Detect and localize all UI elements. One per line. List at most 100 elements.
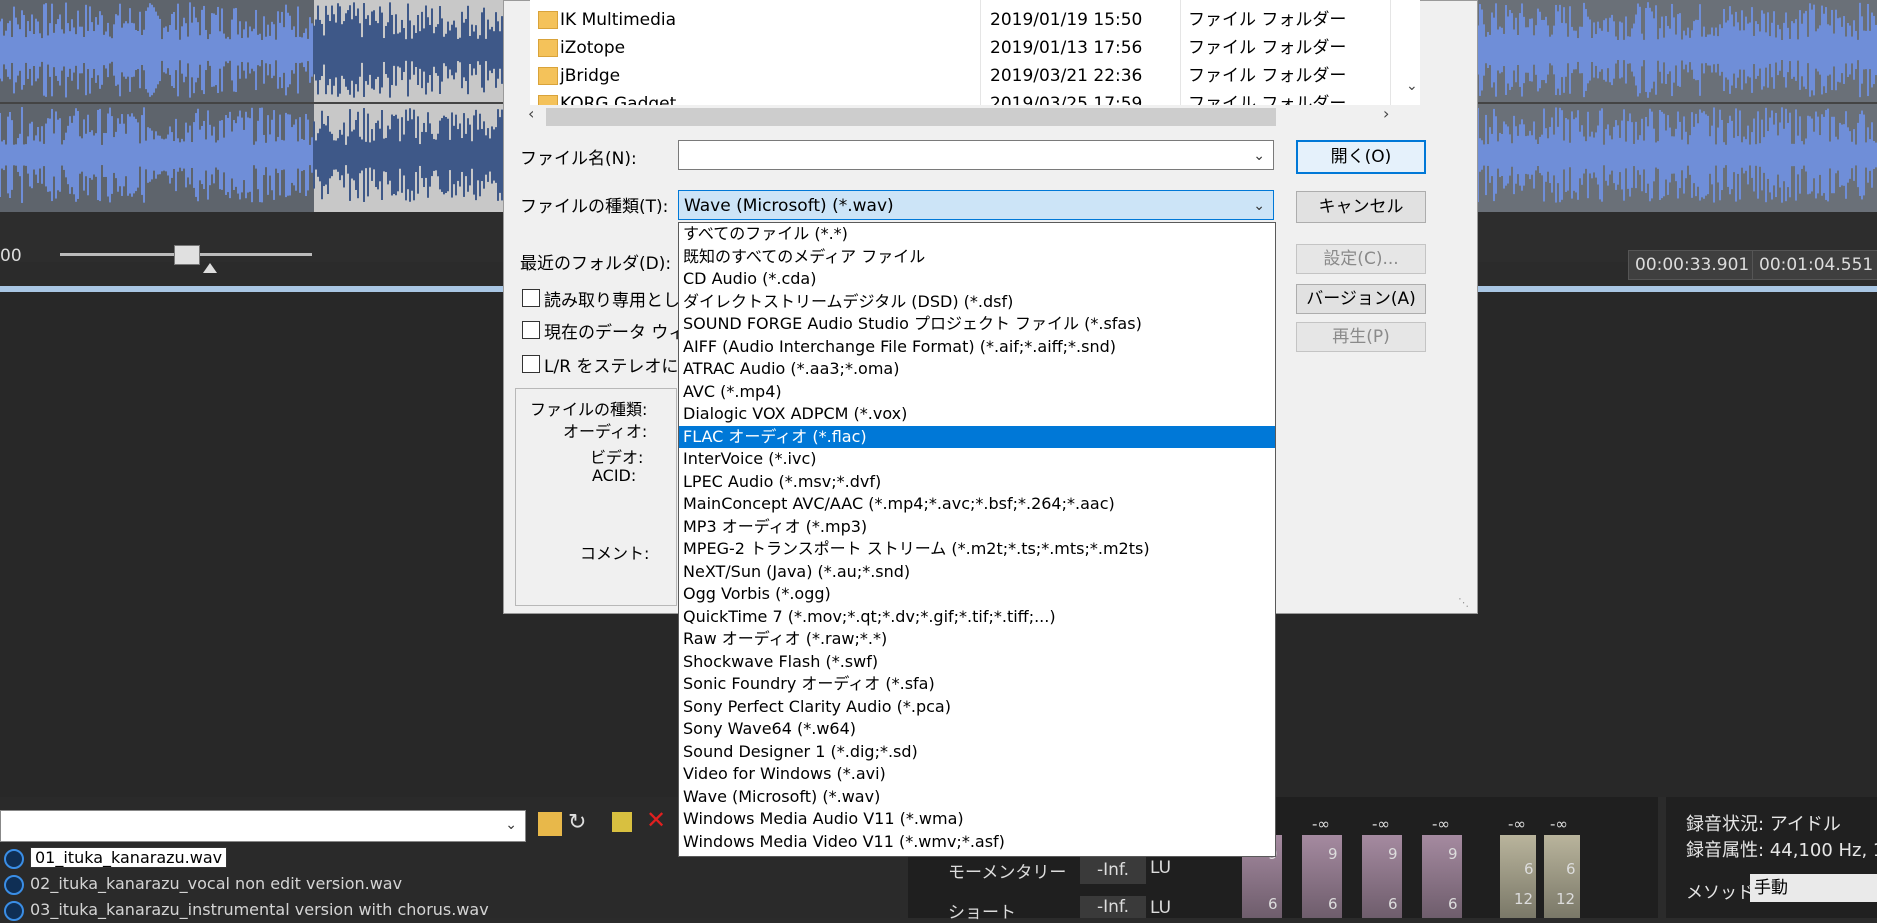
folder-row[interactable]: IK Multimedia 2019/01/19 15:50 ファイル フォルダー [530,6,1390,34]
filetype-option[interactable]: Sound Designer 1 (*.dig;*.sd) [679,741,1275,764]
meter-scale-label: 6 [1448,895,1458,913]
recording-status: 録音状況: アイドル [1686,814,1841,835]
folder-date: 2019/03/21 22:36 [990,66,1143,86]
peak-label: -∞ [1550,815,1568,833]
filetype-option[interactable]: AVC (*.mp4) [679,381,1275,404]
momentary-unit: LU [1150,858,1172,878]
folder-icon [538,39,558,57]
filename-label: ファイル名(N): [520,149,637,169]
scrollbar-thumb[interactable] [546,108,1276,126]
settings-button[interactable]: 設定(C)... [1296,244,1426,274]
refresh-icon[interactable]: ↻ [568,810,586,835]
filetype-option[interactable]: MainConcept AVC/AAC (*.mp4;*.avc;*.bsf;*… [679,493,1275,516]
filetype-option[interactable]: LPEC Audio (*.msv;*.dvf) [679,471,1275,494]
filetype-option[interactable]: Ogg Vorbis (*.ogg) [679,583,1275,606]
folder-name: KORG Gadget [560,94,677,105]
meter-scale-label: 9 [1388,845,1398,863]
filetype-option[interactable]: Windows Media Audio V11 (*.wma) [679,808,1275,831]
folder-date: 2019/01/19 15:50 [990,10,1143,30]
play-button[interactable]: 再生(P) [1296,322,1426,352]
meter-scale-label: 6 [1388,895,1398,913]
lr-stereo-checkbox[interactable] [522,355,540,373]
filetype-option[interactable]: Windows Media Video V11 (*.wmv;*.asf) [679,831,1275,854]
momentary-value: -Inf. [1080,856,1146,884]
filetype-option[interactable]: Sony Perfect Clarity Audio (*.pca) [679,696,1275,719]
folder-combo[interactable]: ⌄ [0,810,526,842]
method-select[interactable]: 手動 [1750,874,1877,902]
cancel-button[interactable]: キャンセル [1296,191,1426,223]
filetype-dropdown-list[interactable]: すべてのファイル (*.*) 既知のすべてのメディア ファイル CD Audio (… [678,222,1276,857]
zoom-slider-handle[interactable] [174,245,200,265]
folder-row[interactable]: KORG Gadget 2019/03/25 17:59 ファイル フォルダー [530,90,1390,105]
position-marker-icon [203,263,217,273]
time-left-label: 00 [0,246,22,266]
info-video-label: ビデオ: [590,448,644,467]
resize-grip-icon[interactable]: ⋱ [1458,596,1469,609]
method-label: メソッド: [1686,883,1760,903]
open-button[interactable]: 開く(O) [1296,140,1426,174]
filetype-option[interactable]: ATRAC Audio (*.aa3;*.oma) [679,358,1275,381]
selection-end-time: 00:01:04.551 [1752,250,1877,280]
folder-row[interactable]: jBridge 2019/03/21 22:36 ファイル フォルダー [530,62,1390,90]
filetype-label: ファイルの種類(T): [520,197,669,217]
recent-folder-label: 最近のフォルダ(D): [520,254,672,274]
filetype-option[interactable]: Wave (Microsoft) (*.wav) [679,786,1275,809]
filetype-option[interactable]: すべてのファイル (*.*) [679,223,1275,246]
folder-icon [538,95,558,105]
chevron-down-icon: ⌄ [1253,148,1265,164]
meter-scale-label: 6 [1268,895,1278,913]
meter-scale-label: 6 [1328,895,1338,913]
filetype-option[interactable]: Sonic Foundry オーディオ (*.sfa) [679,673,1275,696]
folder-up-icon[interactable] [538,812,562,836]
list-item[interactable]: 03_ituka_kanarazu_instrumental version w… [0,898,489,922]
filetype-option[interactable]: MP3 オーディオ (*.mp3) [679,516,1275,539]
filetype-option[interactable]: Raw オーディオ (*.raw;*.*) [679,628,1275,651]
version-button[interactable]: バージョン(A) [1296,284,1426,314]
filetype-option[interactable]: Video for Windows (*.avi) [679,763,1275,786]
add-icon[interactable] [612,812,632,832]
list-item[interactable]: 02_ituka_kanarazu_vocal non edit version… [0,872,402,896]
filetype-option[interactable]: FLAC オーディオ (*.flac) [679,425,1275,448]
info-filetype-label: ファイルの種類: [530,400,648,419]
readonly-checkbox[interactable] [522,289,540,307]
current-data-checkbox[interactable] [522,321,540,339]
folder-icon [538,11,558,29]
filetype-option[interactable]: CD Audio (*.cda) [679,268,1275,291]
filetype-option[interactable]: 既知のすべてのメディア ファイル [679,246,1275,269]
column-divider [980,0,981,105]
meter-scale-label: 12 [1556,890,1576,908]
filetype-option[interactable]: Dialogic VOX ADPCM (*.vox) [679,403,1275,426]
meter-scale-label: 6 [1566,860,1576,878]
short-term-unit: LU [1150,898,1172,918]
recording-attributes: 録音属性: 44,100 Hz, 1 [1686,840,1877,861]
filetype-option[interactable]: InterVoice (*.ivc) [679,448,1275,471]
delete-icon[interactable]: ✕ [646,806,666,834]
info-audio-label: オーディオ: [563,422,648,441]
filetype-option[interactable]: SOUND FORGE Audio Studio プロジェクト ファイル (*.… [679,313,1275,336]
filetype-option[interactable]: Sony Wave64 (*.w64) [679,718,1275,741]
folder-name: IK Multimedia [560,10,677,30]
meter-scale-label: 6 [1524,860,1534,878]
meter-scale-label: 9 [1328,845,1338,863]
short-term-label: ショート [948,903,1016,923]
filetype-option[interactable]: AIFF (Audio Interchange File Format) (*.… [679,336,1275,359]
filetype-option[interactable]: MPEG-2 トランスポート ストリーム (*.m2t;*.ts;*.mts;*… [679,538,1275,561]
peak-label: -∞ [1372,815,1390,833]
folder-list[interactable]: IK Multimedia 2019/01/19 15:50 ファイル フォルダー i… [530,0,1420,105]
current-data-label: 現在のデータ ウィン [544,323,678,343]
column-divider [1180,0,1181,105]
filetype-select[interactable]: Wave (Microsoft) (*.wav) ⌄ [678,190,1274,220]
column-divider [1390,0,1391,105]
list-item[interactable]: 01_ituka_kanarazu.wav [0,846,228,870]
filetype-option[interactable]: QuickTime 7 (*.mov;*.qt;*.dv;*.gif;*.tif… [679,606,1275,629]
scroll-down-icon[interactable]: ⌄ [1406,78,1418,94]
folder-row[interactable]: iZotope 2019/01/13 17:56 ファイル フォルダー [530,34,1390,62]
filename-input[interactable]: ⌄ [678,140,1274,170]
filetype-option[interactable]: Shockwave Flash (*.swf) [679,651,1275,674]
filetype-option[interactable]: ダイレクトストリームデジタル (DSD) (*.dsf) [679,291,1275,314]
scroll-right-icon[interactable]: › [1383,104,1389,123]
filetype-option[interactable]: NeXT/Sun (Java) (*.au;*.snd) [679,561,1275,584]
info-acid-label: ACID: [592,466,637,485]
chevron-down-icon: ⌄ [505,817,517,833]
scroll-left-icon[interactable]: ‹ [528,104,534,123]
